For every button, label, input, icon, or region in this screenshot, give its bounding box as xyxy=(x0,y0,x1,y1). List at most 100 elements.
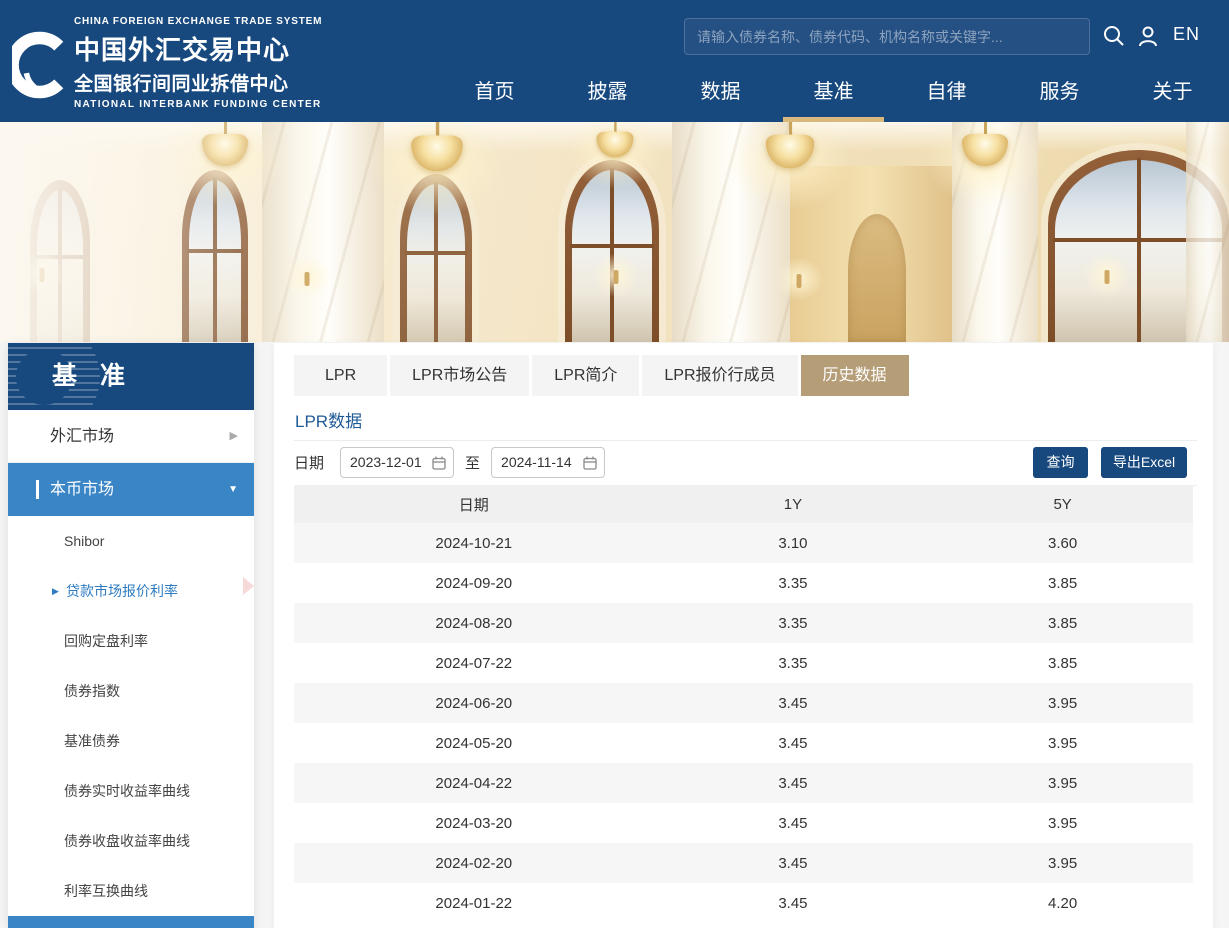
section-title: LPR数据 xyxy=(295,407,362,432)
date-label: 日期 xyxy=(294,452,324,473)
nav-item-5[interactable]: 服务 xyxy=(1003,70,1116,122)
divider xyxy=(294,440,1197,441)
sidebar-sub-item-7[interactable]: ▶利率互换曲线 xyxy=(8,866,254,916)
date-to-input[interactable] xyxy=(492,448,578,477)
cell: 4.20 xyxy=(932,895,1193,912)
active-triangle-icon: ▶ xyxy=(52,566,59,616)
table-row: 2024-06-203.453.95 xyxy=(294,683,1193,723)
table-row: 2024-08-203.353.85 xyxy=(294,603,1193,643)
nav-item-4[interactable]: 自律 xyxy=(890,70,1003,122)
caret-down-icon: ▼ xyxy=(228,463,238,516)
tab-1[interactable]: LPR市场公告 xyxy=(390,355,529,396)
sidebar-sub-item-2[interactable]: ▶回购定盘利率 xyxy=(8,616,254,666)
cell: 3.95 xyxy=(932,695,1193,712)
date-filter-row: 日期 至 查询 导出Excel xyxy=(294,446,1187,478)
cell: 3.35 xyxy=(654,615,933,632)
cfets-c-swoosh-icon xyxy=(12,24,66,111)
sidebar-sub-item-3[interactable]: ▶债券指数 xyxy=(8,666,254,716)
table-row: 2024-09-203.353.85 xyxy=(294,563,1193,603)
tab-0[interactable]: LPR xyxy=(294,355,387,396)
tab-3[interactable]: LPR报价行成员 xyxy=(642,355,797,396)
cell: 2024-09-20 xyxy=(294,575,654,592)
cfets-logo[interactable]: CHINA FOREIGN EXCHANGE TRADE SYSTEM 中国外汇… xyxy=(10,16,300,112)
table-header-row: 日期1Y5Y xyxy=(294,486,1193,523)
language-toggle[interactable]: EN xyxy=(1173,24,1200,45)
logo-tagline-bottom: NATIONAL INTERBANK FUNDING CENTER xyxy=(74,99,300,110)
cell: 3.45 xyxy=(654,855,933,872)
cell: 3.35 xyxy=(654,575,933,592)
cell: 2024-01-22 xyxy=(294,895,654,912)
sidebar-item-local-market[interactable]: 本币市场 ▼ xyxy=(8,463,254,516)
search-icon[interactable] xyxy=(1102,24,1126,53)
cell: 3.35 xyxy=(654,655,933,672)
cell: 2024-07-22 xyxy=(294,655,654,672)
cell: 2024-05-20 xyxy=(294,735,654,752)
sidebar: 基 准 外汇市场 ▶ 本币市场 ▼ ▶Shibor▶贷款市场报价利率▶回购定盘利… xyxy=(8,343,254,928)
cell: 3.45 xyxy=(654,895,933,912)
table-row: 2024-01-223.454.20 xyxy=(294,883,1193,923)
date-from-input[interactable] xyxy=(341,448,427,477)
search-input[interactable] xyxy=(685,19,1089,54)
sidebar-subnav: ▶Shibor▶贷款市场报价利率▶回购定盘利率▶债券指数▶基准债券▶债券实时收益… xyxy=(8,516,254,916)
table-row: 2024-05-203.453.95 xyxy=(294,723,1193,763)
cell: 2024-04-22 xyxy=(294,775,654,792)
date-to-field xyxy=(491,447,605,478)
site-header: CHINA FOREIGN EXCHANGE TRADE SYSTEM 中国外汇… xyxy=(0,0,1229,122)
search-box xyxy=(684,18,1090,55)
header-cell: 1Y xyxy=(654,496,933,513)
sidebar-collapse-handle[interactable] xyxy=(243,577,254,595)
content-panel: LPRLPR市场公告LPR简介LPR报价行成员历史数据 LPR数据 日期 至 查… xyxy=(274,343,1213,928)
table-row: 2024-07-223.353.85 xyxy=(294,643,1193,683)
cell: 3.85 xyxy=(932,575,1193,592)
sidebar-sub-item-4[interactable]: ▶基准债券 xyxy=(8,716,254,766)
sidebar-item-fx-market[interactable]: 外汇市场 ▶ xyxy=(8,410,254,463)
cell: 3.85 xyxy=(932,655,1193,672)
nav-item-3[interactable]: 基准 xyxy=(777,70,890,122)
logo-text-block: CHINA FOREIGN EXCHANGE TRADE SYSTEM 中国外汇… xyxy=(74,16,300,110)
main-nav: 首页披露数据基准自律服务关于 xyxy=(438,70,1229,122)
nav-item-1[interactable]: 披露 xyxy=(551,70,664,122)
header-cell: 5Y xyxy=(932,496,1193,513)
logo-brand-cn2: 全国银行间同业拆借中心 xyxy=(74,69,300,96)
cell: 2024-06-20 xyxy=(294,695,654,712)
cell: 2024-08-20 xyxy=(294,615,654,632)
cell: 2024-02-20 xyxy=(294,855,654,872)
hero-left-fade xyxy=(0,122,1229,342)
query-button[interactable]: 查询 xyxy=(1033,447,1088,478)
cell: 2024-03-20 xyxy=(294,815,654,832)
header-cell: 日期 xyxy=(294,494,654,515)
active-vbar xyxy=(36,480,39,499)
logo-brand-cn: 中国外汇交易中心 xyxy=(74,30,300,67)
sidebar-title: 基 准 xyxy=(52,343,133,410)
cell: 3.85 xyxy=(932,615,1193,632)
to-label: 至 xyxy=(465,452,480,473)
logo-tagline-top: CHINA FOREIGN EXCHANGE TRADE SYSTEM xyxy=(74,16,300,27)
cell: 3.45 xyxy=(654,695,933,712)
sidebar-sub-item-5[interactable]: ▶债券实时收益率曲线 xyxy=(8,766,254,816)
chevron-right-icon: ▶ xyxy=(230,410,238,463)
calendar-icon[interactable] xyxy=(432,456,446,475)
lpr-tabs: LPRLPR市场公告LPR简介LPR报价行成员历史数据 xyxy=(294,355,909,396)
table-row: 2024-10-213.103.60 xyxy=(294,523,1193,563)
table-row: 2024-03-203.453.95 xyxy=(294,803,1193,843)
sidebar-sub-item-1[interactable]: ▶贷款市场报价利率 xyxy=(8,566,254,616)
calendar-icon[interactable] xyxy=(583,456,597,475)
cell: 3.10 xyxy=(654,535,933,552)
nav-item-0[interactable]: 首页 xyxy=(438,70,551,122)
cell: 3.95 xyxy=(932,735,1193,752)
export-excel-button[interactable]: 导出Excel xyxy=(1101,447,1187,478)
cell: 3.45 xyxy=(654,735,933,752)
tab-4[interactable]: 历史数据 xyxy=(801,355,909,396)
table-row: 2024-02-203.453.95 xyxy=(294,843,1193,883)
nav-item-6[interactable]: 关于 xyxy=(1116,70,1229,122)
user-icon[interactable] xyxy=(1136,24,1160,53)
tab-2[interactable]: LPR简介 xyxy=(532,355,639,396)
sidebar-bottom-strip xyxy=(8,916,254,928)
cell: 3.95 xyxy=(932,775,1193,792)
cell: 2024-10-21 xyxy=(294,535,654,552)
nav-item-2[interactable]: 数据 xyxy=(664,70,777,122)
sidebar-sub-item-0[interactable]: ▶Shibor xyxy=(8,516,254,566)
hero-banner xyxy=(0,122,1229,342)
sidebar-sub-item-6[interactable]: ▶债券收盘收益率曲线 xyxy=(8,816,254,866)
table-row: 2024-04-223.453.95 xyxy=(294,763,1193,803)
